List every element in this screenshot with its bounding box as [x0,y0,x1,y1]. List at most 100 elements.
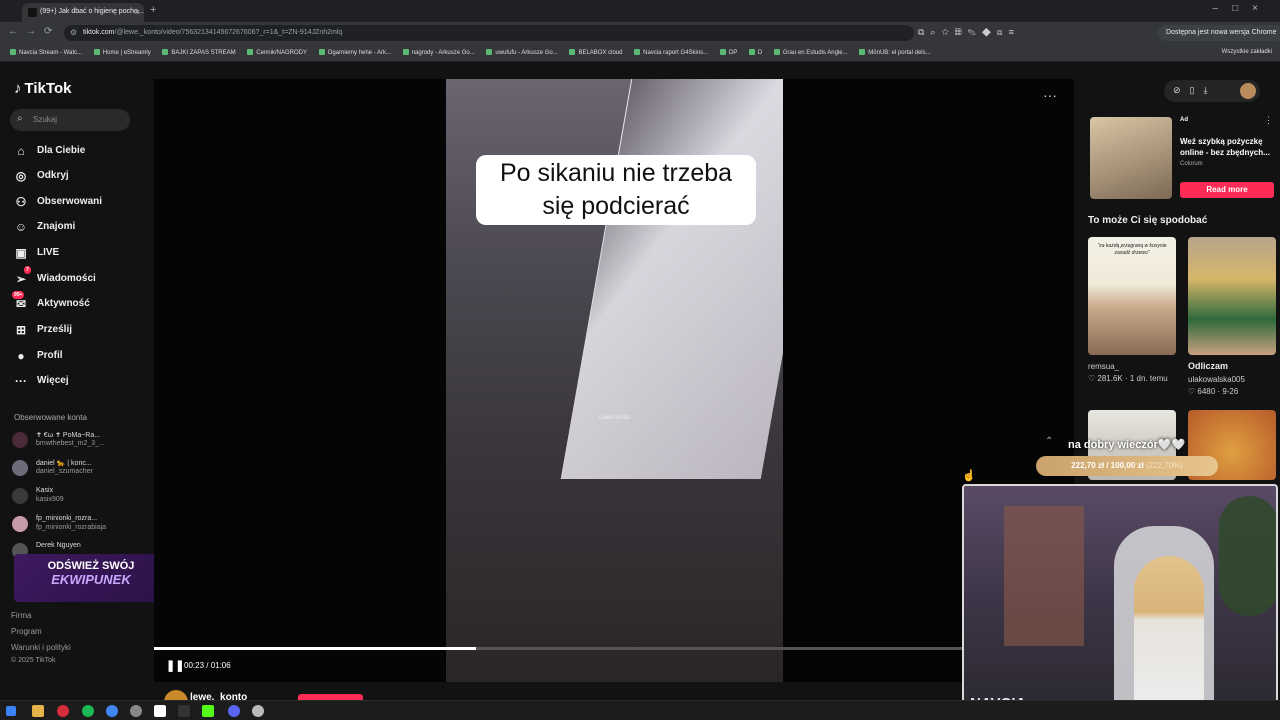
followed-account[interactable]: ✝ €ω ✝ PoMa~Ra... bmwthebest_m2_3_... [12,429,152,453]
url-field[interactable]: ⚙ tiktok.com/@lewe._konto/video/75632134… [64,25,914,41]
rec-user[interactable]: remsua_ [1088,362,1119,371]
bookmark-item[interactable]: D [749,50,762,56]
bookmark-item[interactable]: BAJKI ZAPAS STREAM [162,50,235,56]
extension-icons[interactable]: ⧉⌕☆▦✎◆⧈≡ [918,27,1020,38]
ad-menu-icon[interactable]: ⋮ [1264,115,1273,126]
cam-person-shape [1134,556,1204,716]
bookmark-item[interactable]: DP [720,50,737,56]
window-controls[interactable]: –□× [1213,3,1272,14]
url-path: /@lewe._konto/video/7563213414567267606?… [114,29,343,36]
close-tab-icon[interactable]: × [135,7,140,17]
bookmark-item[interactable]: uwufufu - Arkusze Go... [486,50,557,56]
chrome-icon[interactable] [106,705,118,717]
nav-profil[interactable]: ● Profil [12,346,62,366]
ad-label: Ad [1180,117,1188,123]
nav-label: Znajomi [37,221,76,232]
kick-icon[interactable] [202,705,214,717]
bookmark-item[interactable]: MönUB: el portal dels... [859,50,930,56]
search-placeholder: Szukaj [33,115,58,124]
nav-wiadomosci[interactable]: ➢ 7 Wiadomości [12,266,96,289]
recommended-video-thumb[interactable] [1188,237,1276,355]
new-tab-button[interactable]: + [150,4,156,16]
footer-link-firma[interactable]: Firma [11,611,31,620]
ad-read-more-button[interactable]: Read more [1180,182,1274,198]
followed-account[interactable]: fp_minionki_rozra... fp_minionki_rozrabia… [12,513,152,537]
nav-znajomi[interactable]: ☺ Znajomi [12,217,75,237]
more-options-icon[interactable]: ··· [1043,87,1057,103]
nav-label: Prześlij [37,324,73,335]
bookmark-item[interactable]: Home | eStreamly [94,50,151,56]
bookmark-item[interactable]: Cennik/NAGRODY [247,50,307,56]
top-right-toolbar[interactable]: ⊘▯⤓ [1164,80,1260,102]
bookmark-item[interactable]: Ogarniemy hehe - Ark... [319,50,391,56]
discord-icon[interactable] [228,705,240,717]
bookmark-item[interactable]: Navcia raport G4Skins... [634,50,708,56]
explorer-icon[interactable] [32,705,44,717]
rec-user[interactable]: ulakowalska005 [1188,375,1245,384]
video-progress-bar[interactable] [154,647,1074,650]
notion-icon[interactable] [154,705,166,717]
home-icon: ⌂ [17,144,25,158]
video-progress-fill [154,647,476,650]
video-player[interactable]: Po sikaniu nie trzeba się podcierać Lewe… [446,79,783,682]
heart-icon: ♡ [1188,387,1198,396]
obs-icon[interactable] [130,705,142,717]
account-handle: fp_minionki_rozrabiaja [36,524,107,531]
device-icon[interactable]: ▯ [1190,85,1204,95]
url-domain: tiktok.com [83,29,115,36]
bookmark-item[interactable]: nagrody - Arkusze Go... [403,50,475,56]
bookmark-item[interactable]: Navcia Stream - Watc... [10,50,82,56]
more-icon: ··· [15,374,27,388]
pause-icon[interactable]: ❚❚ [166,659,184,672]
os-taskbar [0,700,1280,720]
nav-dla-ciebie[interactable]: ⌂ Dla Ciebie [12,141,85,161]
nav-odkryj[interactable]: ◎ Odkryj [12,166,69,186]
search-input[interactable]: ⌕ Szukaj [10,109,130,131]
browser-tab[interactable]: (99+) Jak dbać o higienę pocho... × [22,3,144,22]
video-stage[interactable]: Po sikaniu nie trzeba się podcierać Lewe… [154,79,1074,682]
site-info-icon[interactable]: ⚙ [70,28,77,37]
rec-time: 1 dn. temu [1129,374,1168,383]
all-bookmarks[interactable]: Wszystkie zakładki [1222,49,1272,55]
ad-title[interactable]: Weź szybką pożyczkę online - bez zbędnyc… [1180,136,1275,158]
terminal-icon[interactable] [178,705,190,717]
ad-image[interactable] [1090,117,1172,199]
start-icon[interactable] [6,706,16,716]
nav-wiecej[interactable]: ··· Więcej [12,371,69,391]
compass-icon: ◎ [15,169,27,183]
footer-link-terms[interactable]: Warunki i polityki [11,643,71,652]
opera-icon[interactable] [57,705,69,717]
nav-label: LIVE [37,247,60,258]
recommended-video-thumb[interactable]: "za każdą przegraną w kosynie zasadź drz… [1088,237,1176,355]
cam-plant-shape [1219,496,1276,616]
streamer-webcam: NAVCIA [962,484,1278,718]
spotify-icon[interactable] [82,705,94,717]
rec-title[interactable]: Odliczam [1188,361,1228,371]
donation-percent: (222,70%) [1145,461,1183,470]
banner-line1: ODŚWIEŻ SWÓJ [47,560,135,572]
chrome-update-button[interactable]: Dostępna jest nowa wersja Chrome [1158,25,1280,41]
nav-aktywnosc[interactable]: ✉ 99+ Aktywność [12,291,90,314]
user-avatar[interactable] [1240,83,1256,99]
rec-likes: 6480 [1197,387,1216,396]
nav-live[interactable]: ▣ LIVE [12,243,59,263]
bookmark-item[interactable]: BELABOX cloud [569,50,622,56]
account-handle: kasix909 [36,496,64,503]
footer-link-program[interactable]: Program [11,627,42,636]
nav-obserwowani[interactable]: ⚇ Obserwowani [12,192,102,212]
account-name: Kasix [36,487,54,494]
nav-buttons[interactable]: ←→⟳ [8,26,60,37]
nav-label: Więcej [37,375,69,386]
tiktok-logo[interactable]: ♪ TikTok [14,80,71,97]
tab-title: (99+) Jak dbać o higienę pocho... [40,8,144,15]
bookmark-item[interactable]: Grau en Estudis Angle... [774,50,848,56]
followed-account[interactable]: Kasix kasix909 [12,485,152,509]
scroll-up-icon[interactable]: ⌃ [1045,436,1053,447]
followed-account[interactable]: daniel 🐆 | konc... daniel_szumacher [12,457,152,481]
nav-przeslij[interactable]: ⊞ Prześlij [12,320,72,340]
messages-badge: 7 [24,266,31,274]
following-icon: ⚇ [15,195,27,209]
settings-gear-icon[interactable] [252,705,264,717]
coins-icon[interactable]: ⊘ [1173,85,1190,95]
download-icon[interactable]: ⤓ [1204,85,1217,95]
